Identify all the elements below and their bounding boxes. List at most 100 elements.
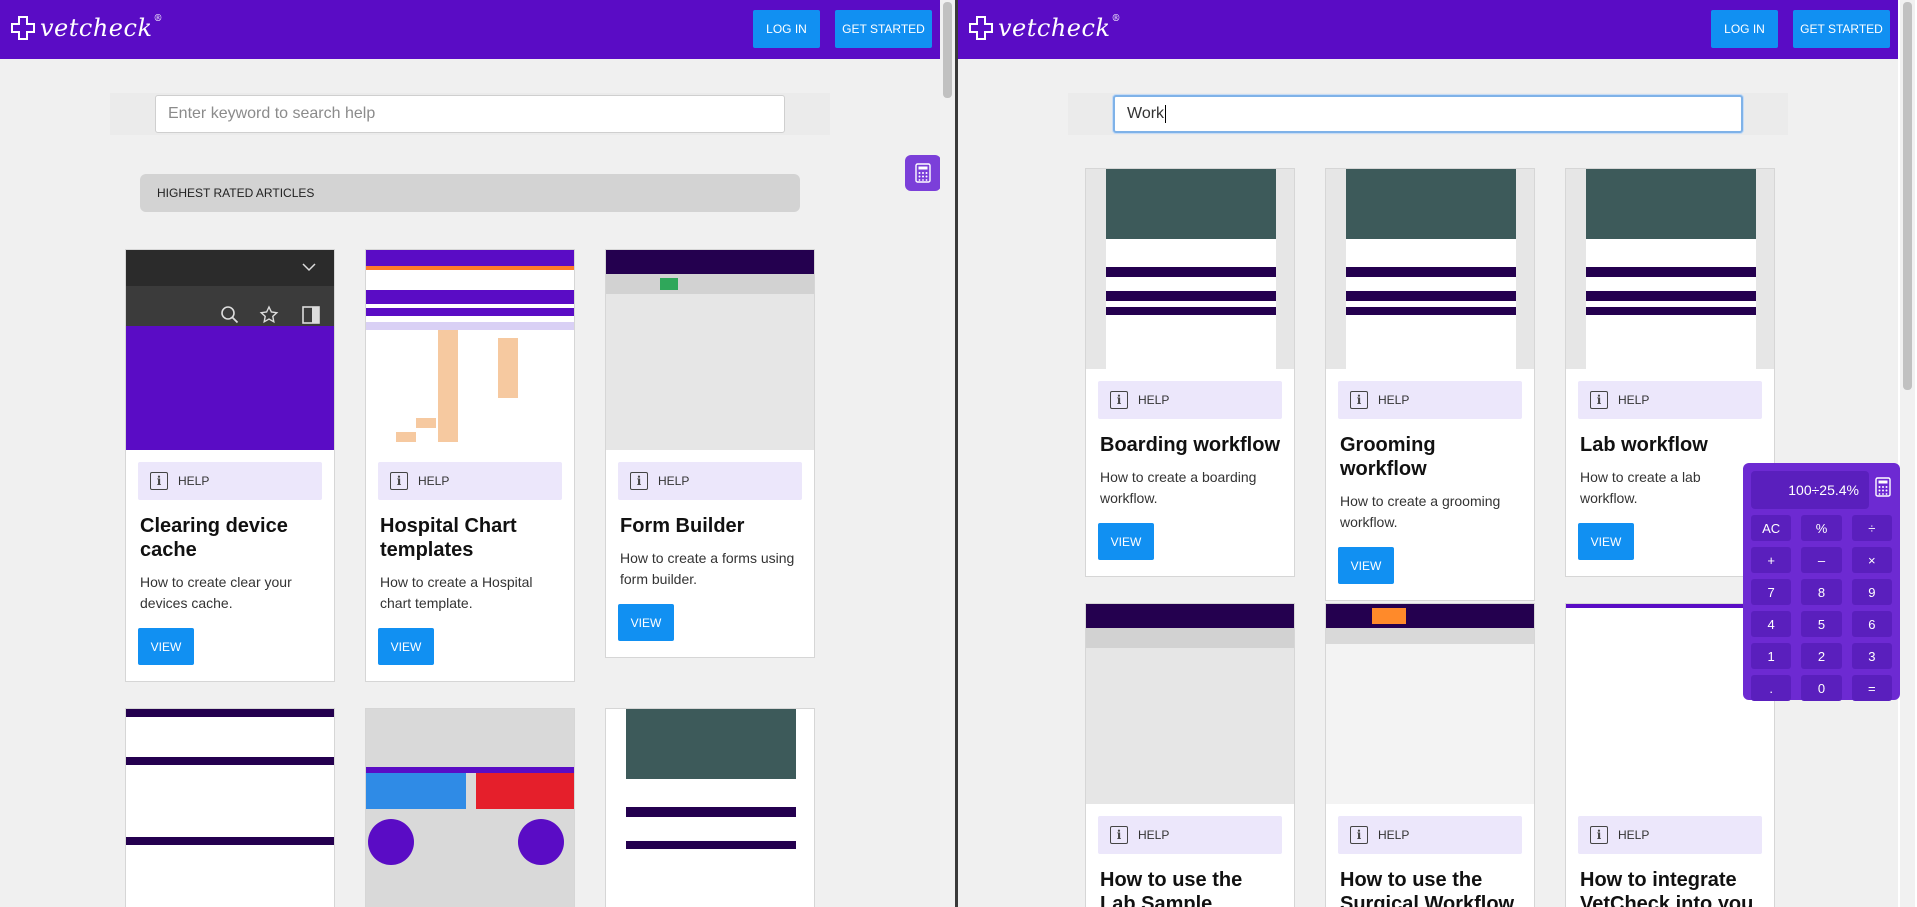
info-icon: i (1590, 391, 1608, 409)
text-caret (1165, 105, 1167, 123)
scroll-thumb[interactable] (943, 2, 952, 98)
calc-key-8[interactable]: 8 (1801, 579, 1842, 605)
article-description: How to create a lab workflow. (1580, 469, 1701, 506)
get-started-button[interactable]: GET STARTED (835, 10, 932, 48)
help-badge: i HELP (1578, 816, 1762, 854)
right-browser-pane: vetcheck® LOG IN GET STARTED Work i HELP … (958, 0, 1898, 907)
badge-label: HELP (418, 474, 450, 488)
help-badge: i HELP (138, 462, 322, 500)
view-button[interactable]: VIEW (138, 628, 194, 665)
article-thumbnail (1326, 169, 1534, 369)
calc-key-5[interactable]: 5 (1801, 611, 1842, 637)
calculator-toggle-button[interactable] (905, 155, 940, 191)
calc-key-clear[interactable]: AC (1751, 515, 1792, 541)
article-description: How to create a forms using form builder… (620, 550, 795, 587)
star-icon (259, 305, 279, 324)
article-title[interactable]: How to use the Surgical Workflow (1340, 868, 1520, 907)
logo-text: vetcheck (998, 14, 1111, 42)
article-card (125, 708, 335, 907)
left-browser-pane: vetcheck® LOG IN GET STARTED Enter keywo… (0, 0, 940, 907)
article-card (605, 708, 815, 907)
article-card: i HELP Hospital Chart templates How to cr… (365, 249, 575, 682)
article-card: i HELP How to use the Lab Sample Workflow (1085, 603, 1295, 907)
calc-key-7[interactable]: 7 (1751, 579, 1792, 605)
calc-key-0[interactable]: 0 (1801, 675, 1842, 701)
info-icon: i (390, 472, 408, 490)
info-icon: i (150, 472, 168, 490)
view-button[interactable]: VIEW (1098, 523, 1154, 560)
calc-key-plus[interactable]: + (1751, 547, 1792, 573)
badge-label: HELP (1618, 393, 1650, 407)
search-value: Work (1127, 105, 1165, 122)
article-thumbnail (126, 709, 334, 907)
calc-key-percent[interactable]: % (1801, 515, 1842, 541)
calc-key-2[interactable]: 2 (1801, 643, 1842, 669)
calc-key-9[interactable]: 9 (1851, 579, 1892, 605)
article-title[interactable]: Lab workflow (1580, 433, 1760, 457)
get-started-button[interactable]: GET STARTED (1793, 10, 1890, 48)
article-description: How to create a Hospital chart template. (380, 574, 533, 611)
calculator-widget: 100÷25.4% AC % ÷ + – × 7 8 9 4 5 6 1 2 3… (1743, 463, 1900, 701)
logo-reg-mark: ® (1111, 14, 1121, 24)
article-thumbnail (366, 250, 574, 450)
calculator-keypad: AC % ÷ + – × 7 8 9 4 5 6 1 2 3 . 0 = (1751, 515, 1892, 701)
info-icon: i (630, 472, 648, 490)
calculator-icon (915, 163, 931, 183)
info-icon: i (1110, 391, 1128, 409)
article-card: i HELP Boarding workflow How to create a … (1085, 168, 1295, 577)
article-thumbnail (1566, 169, 1774, 369)
article-thumbnail (1086, 169, 1294, 369)
article-title[interactable]: Hospital Chart templates (380, 514, 560, 562)
article-thumbnail (1326, 604, 1534, 804)
help-badge: i HELP (1098, 381, 1282, 419)
vetcheck-logo[interactable]: vetcheck® (10, 14, 163, 42)
view-button[interactable]: VIEW (378, 628, 434, 665)
logo-text: vetcheck (40, 14, 153, 42)
search-input[interactable]: Enter keyword to search help (155, 95, 785, 133)
scroll-thumb[interactable] (1903, 2, 1912, 390)
cross-logo-icon (11, 16, 35, 40)
badge-label: HELP (1138, 828, 1170, 842)
calc-key-6[interactable]: 6 (1851, 611, 1892, 637)
article-thumbnail (366, 709, 574, 907)
help-badge: i HELP (1338, 816, 1522, 854)
view-button[interactable]: VIEW (1578, 523, 1634, 560)
help-badge: i HELP (1098, 816, 1282, 854)
calc-key-1[interactable]: 1 (1751, 643, 1792, 669)
search-input[interactable]: Work (1113, 95, 1743, 133)
badge-label: HELP (1138, 393, 1170, 407)
badge-label: HELP (1378, 393, 1410, 407)
calc-key-3[interactable]: 3 (1851, 643, 1892, 669)
search-placeholder: Enter keyword to search help (168, 105, 376, 122)
calc-key-decimal[interactable]: . (1751, 675, 1792, 701)
article-title[interactable]: Form Builder (620, 514, 800, 538)
calc-key-4[interactable]: 4 (1751, 611, 1792, 637)
article-title[interactable]: How to integrate VetCheck into you (1580, 868, 1760, 907)
article-title[interactable]: Grooming workflow (1340, 433, 1520, 481)
article-description: How to create a grooming workflow. (1340, 493, 1501, 530)
login-button[interactable]: LOG IN (753, 10, 820, 48)
left-scrollbar[interactable] (940, 0, 955, 907)
calculator-icon[interactable] (1875, 477, 1891, 497)
header-bar: vetcheck® LOG IN GET STARTED (0, 0, 940, 59)
logo-reg-mark: ® (153, 14, 163, 24)
view-button[interactable]: VIEW (1338, 547, 1394, 584)
article-card: i HELP How to use the Surgical Workflow (1325, 603, 1535, 907)
vetcheck-logo[interactable]: vetcheck® (968, 14, 1121, 42)
article-title[interactable]: Boarding workflow (1100, 433, 1280, 457)
header-bar: vetcheck® LOG IN GET STARTED (958, 0, 1898, 59)
calc-key-divide[interactable]: ÷ (1851, 515, 1892, 541)
calculator-display: 100÷25.4% (1751, 471, 1869, 509)
help-badge: i HELP (1338, 381, 1522, 419)
right-scrollbar[interactable] (1900, 0, 1915, 907)
calc-key-minus[interactable]: – (1801, 547, 1842, 573)
view-button[interactable]: VIEW (618, 604, 674, 641)
article-title[interactable]: Clearing device cache (140, 514, 320, 562)
help-badge: i HELP (618, 462, 802, 500)
article-title[interactable]: How to use the Lab Sample Workflow (1100, 868, 1280, 907)
search-bar-container: Work (1068, 93, 1788, 135)
calc-key-multiply[interactable]: × (1851, 547, 1892, 573)
calc-key-equals[interactable]: = (1851, 675, 1892, 701)
info-icon: i (1110, 826, 1128, 844)
login-button[interactable]: LOG IN (1711, 10, 1778, 48)
